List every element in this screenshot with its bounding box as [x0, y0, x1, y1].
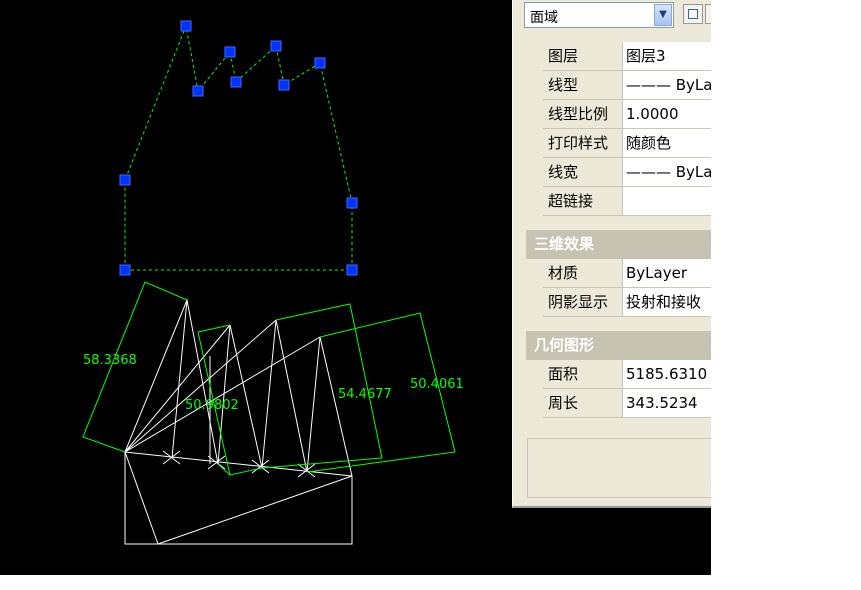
grip	[192, 85, 204, 97]
property-value[interactable]: ——— ByLayer	[623, 158, 711, 187]
property-row-linetype[interactable]: 线型 ——— ByLayer	[543, 71, 711, 100]
3d-effects-properties: 材质 ByLayer 阴影显示 投射和接收	[543, 259, 711, 317]
grip	[119, 264, 131, 276]
dimension-lines[interactable]	[82, 281, 456, 476]
section-3d-effects[interactable]: 三维效果	[526, 230, 711, 259]
property-key: 打印样式	[543, 129, 623, 158]
dimension-label: 50.9802	[185, 398, 239, 413]
property-key: 线型比例	[543, 100, 623, 129]
property-key: 面积	[543, 360, 623, 389]
property-value[interactable]: 343.5234	[623, 389, 711, 418]
grip	[230, 76, 242, 88]
grip	[224, 46, 236, 58]
property-value[interactable]: ByLayer	[623, 259, 711, 288]
grip	[278, 79, 290, 91]
construction-geometry[interactable]	[124, 298, 353, 545]
properties-palette: 面域 ▼ 图层 图层3 线型 ——— ByLayer 线型比例 1.0000 打…	[512, 0, 711, 508]
property-row-material[interactable]: 材质 ByLayer	[543, 259, 711, 288]
property-value[interactable]: ——— ByLayer	[623, 71, 711, 100]
grip	[270, 40, 282, 52]
dimension-label: 58.3368	[83, 353, 137, 368]
object-type-value: 面域	[530, 10, 558, 26]
quick-select-icon	[688, 9, 698, 19]
property-row-shadow[interactable]: 阴影显示 投射和接收	[543, 288, 711, 317]
section-geometry[interactable]: 几何图形	[526, 331, 711, 360]
quick-select-button[interactable]	[683, 4, 703, 24]
grip	[346, 264, 358, 276]
property-value[interactable]: 图层3	[623, 42, 711, 71]
property-key: 线型	[543, 71, 623, 100]
chevron-down-icon[interactable]: ▼	[654, 4, 672, 26]
property-key: 图层	[543, 42, 623, 71]
grip	[180, 20, 192, 32]
property-value[interactable]: 1.0000	[623, 100, 711, 129]
group-indent	[526, 360, 543, 418]
property-row-hyperlink[interactable]: 超链接	[543, 187, 711, 216]
property-key: 线宽	[543, 158, 623, 187]
dimension-label: 50.4061	[410, 377, 464, 392]
property-value[interactable]: 投射和接收	[623, 288, 711, 317]
grip-points[interactable]	[119, 20, 358, 276]
property-row-plot-style[interactable]: 打印样式 随颜色	[543, 129, 711, 158]
property-key: 阴影显示	[543, 288, 623, 317]
property-row-layer[interactable]: 图层 图层3	[543, 42, 711, 71]
group-indent	[526, 259, 543, 317]
property-key: 周长	[543, 389, 623, 418]
general-properties: 图层 图层3 线型 ——— ByLayer 线型比例 1.0000 打印样式 随…	[543, 42, 711, 216]
property-key: 材质	[543, 259, 623, 288]
property-value[interactable]	[623, 187, 711, 216]
grip	[119, 174, 131, 186]
property-row-lineweight[interactable]: 线宽 ——— ByLayer	[543, 158, 711, 187]
grip	[346, 197, 358, 209]
select-objects-button[interactable]	[705, 4, 711, 24]
property-value[interactable]: 5185.6310	[623, 360, 711, 389]
property-row-area[interactable]: 面积 5185.6310	[543, 360, 711, 389]
geometry-properties: 面积 5185.6310 周长 343.5234	[543, 360, 711, 418]
property-row-perimeter[interactable]: 周长 343.5234	[543, 389, 711, 418]
group-indent	[526, 42, 543, 216]
property-row-linetype-scale[interactable]: 线型比例 1.0000	[543, 100, 711, 129]
dimension-label: 54.4677	[338, 387, 392, 402]
grip	[314, 57, 326, 69]
property-value[interactable]: 随颜色	[623, 129, 711, 158]
object-type-select[interactable]: 面域 ▼	[524, 2, 674, 28]
description-box	[527, 438, 711, 498]
property-key: 超链接	[543, 187, 623, 216]
